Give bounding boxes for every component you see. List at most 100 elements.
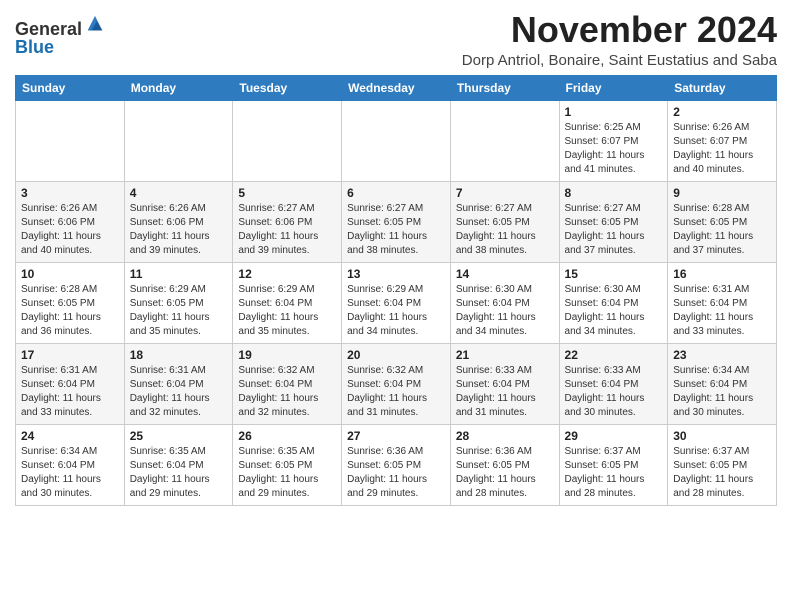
logo-blue-area: Blue [15, 38, 54, 56]
day-number: 26 [238, 429, 336, 443]
day-info: Sunrise: 6:33 AM Sunset: 6:04 PM Dayligh… [456, 364, 554, 420]
day-info: Sunrise: 6:26 AM Sunset: 6:07 PM Dayligh… [673, 121, 771, 177]
location-subtitle: Dorp Antriol, Bonaire, Saint Eustatius a… [462, 52, 777, 69]
calendar-week-1: 1 Sunrise: 6:25 AM Sunset: 6:07 PM Daylig… [16, 100, 777, 181]
calendar-week-3: 10 Sunrise: 6:28 AM Sunset: 6:05 PM Dayli… [16, 262, 777, 343]
calendar-cell: 24 Sunrise: 6:34 AM Sunset: 6:04 PM Dayli… [16, 424, 125, 505]
day-number: 23 [673, 348, 771, 362]
day-info: Sunrise: 6:34 AM Sunset: 6:04 PM Dayligh… [673, 364, 771, 420]
day-number: 18 [130, 348, 228, 362]
page: General Blue November 2024 Dorp Antriol,… [0, 0, 792, 516]
calendar-cell: 5Sunrise: 6:27 AM Sunset: 6:06 PM Daylig… [233, 181, 342, 262]
day-number: 30 [673, 429, 771, 443]
calendar-cell: 25Sunrise: 6:35 AM Sunset: 6:04 PM Dayli… [124, 424, 233, 505]
day-number: 6 [347, 186, 445, 200]
calendar-cell: 26 Sunrise: 6:35 AM Sunset: 6:05 PM Dayli… [233, 424, 342, 505]
day-info: Sunrise: 6:33 AM Sunset: 6:04 PM Dayligh… [565, 364, 663, 420]
day-info: Sunrise: 6:26 AM Sunset: 6:06 PM Dayligh… [21, 202, 119, 258]
calendar-cell: 16Sunrise: 6:31 AM Sunset: 6:04 PM Dayli… [668, 262, 777, 343]
calendar-cell: 14 Sunrise: 6:30 AM Sunset: 6:04 PM Dayli… [450, 262, 559, 343]
calendar-cell: 4 Sunrise: 6:26 AM Sunset: 6:06 PM Daylig… [124, 181, 233, 262]
day-number: 21 [456, 348, 554, 362]
day-number: 9 [673, 186, 771, 200]
day-number: 7 [456, 186, 554, 200]
calendar-cell: 29 Sunrise: 6:37 AM Sunset: 6:05 PM Dayli… [559, 424, 668, 505]
day-info: Sunrise: 6:37 AM Sunset: 6:05 PM Dayligh… [673, 445, 771, 501]
day-info: Sunrise: 6:31 AM Sunset: 6:04 PM Dayligh… [673, 283, 771, 339]
col-header-tuesday: Tuesday [233, 75, 342, 100]
calendar-cell [342, 100, 451, 181]
day-info: Sunrise: 6:29 AM Sunset: 6:05 PM Dayligh… [130, 283, 228, 339]
day-info: Sunrise: 6:35 AM Sunset: 6:05 PM Dayligh… [238, 445, 336, 501]
logo-general-text: General [15, 20, 82, 38]
calendar-cell: 18 Sunrise: 6:31 AM Sunset: 6:04 PM Dayli… [124, 343, 233, 424]
calendar-cell [233, 100, 342, 181]
day-info: Sunrise: 6:28 AM Sunset: 6:05 PM Dayligh… [21, 283, 119, 339]
calendar-cell: 8 Sunrise: 6:27 AM Sunset: 6:05 PM Daylig… [559, 181, 668, 262]
calendar-cell: 9 Sunrise: 6:28 AM Sunset: 6:05 PM Daylig… [668, 181, 777, 262]
day-number: 14 [456, 267, 554, 281]
col-header-monday: Monday [124, 75, 233, 100]
day-number: 4 [130, 186, 228, 200]
calendar-cell: 6 Sunrise: 6:27 AM Sunset: 6:05 PM Daylig… [342, 181, 451, 262]
day-info: Sunrise: 6:25 AM Sunset: 6:07 PM Dayligh… [565, 121, 663, 177]
day-info: Sunrise: 6:29 AM Sunset: 6:04 PM Dayligh… [347, 283, 445, 339]
day-info: Sunrise: 6:27 AM Sunset: 6:05 PM Dayligh… [565, 202, 663, 258]
day-number: 1 [565, 105, 663, 119]
calendar-cell: 28 Sunrise: 6:36 AM Sunset: 6:05 PM Dayli… [450, 424, 559, 505]
header: General Blue November 2024 Dorp Antriol,… [15, 10, 777, 69]
day-number: 5 [238, 186, 336, 200]
day-info: Sunrise: 6:36 AM Sunset: 6:05 PM Dayligh… [456, 445, 554, 501]
calendar-cell: 20Sunrise: 6:32 AM Sunset: 6:04 PM Dayli… [342, 343, 451, 424]
day-number: 24 [21, 429, 119, 443]
col-header-thursday: Thursday [450, 75, 559, 100]
day-info: Sunrise: 6:36 AM Sunset: 6:05 PM Dayligh… [347, 445, 445, 501]
calendar-cell [450, 100, 559, 181]
calendar-week-5: 24 Sunrise: 6:34 AM Sunset: 6:04 PM Dayli… [16, 424, 777, 505]
day-info: Sunrise: 6:29 AM Sunset: 6:04 PM Dayligh… [238, 283, 336, 339]
day-info: Sunrise: 6:30 AM Sunset: 6:04 PM Dayligh… [456, 283, 554, 339]
day-info: Sunrise: 6:26 AM Sunset: 6:06 PM Dayligh… [130, 202, 228, 258]
day-number: 8 [565, 186, 663, 200]
calendar-week-2: 3Sunrise: 6:26 AM Sunset: 6:06 PM Daylig… [16, 181, 777, 262]
day-number: 17 [21, 348, 119, 362]
day-number: 12 [238, 267, 336, 281]
day-number: 29 [565, 429, 663, 443]
calendar-cell: 21 Sunrise: 6:33 AM Sunset: 6:04 PM Dayli… [450, 343, 559, 424]
calendar-cell [16, 100, 125, 181]
calendar-cell: 15 Sunrise: 6:30 AM Sunset: 6:04 PM Dayli… [559, 262, 668, 343]
day-number: 10 [21, 267, 119, 281]
calendar-cell: 17 Sunrise: 6:31 AM Sunset: 6:04 PM Dayli… [16, 343, 125, 424]
day-info: Sunrise: 6:27 AM Sunset: 6:05 PM Dayligh… [347, 202, 445, 258]
month-title: November 2024 [462, 10, 777, 50]
day-number: 15 [565, 267, 663, 281]
day-info: Sunrise: 6:31 AM Sunset: 6:04 PM Dayligh… [130, 364, 228, 420]
day-number: 27 [347, 429, 445, 443]
calendar-cell: 22 Sunrise: 6:33 AM Sunset: 6:04 PM Dayli… [559, 343, 668, 424]
calendar-cell: 3Sunrise: 6:26 AM Sunset: 6:06 PM Daylig… [16, 181, 125, 262]
calendar-cell [124, 100, 233, 181]
day-info: Sunrise: 6:28 AM Sunset: 6:05 PM Dayligh… [673, 202, 771, 258]
logo-icon [84, 14, 106, 36]
calendar-cell: 27 Sunrise: 6:36 AM Sunset: 6:05 PM Dayli… [342, 424, 451, 505]
calendar-cell: 13 Sunrise: 6:29 AM Sunset: 6:04 PM Dayli… [342, 262, 451, 343]
day-number: 13 [347, 267, 445, 281]
calendar-cell: 11 Sunrise: 6:29 AM Sunset: 6:05 PM Dayli… [124, 262, 233, 343]
day-info: Sunrise: 6:32 AM Sunset: 6:04 PM Dayligh… [238, 364, 336, 420]
day-info: Sunrise: 6:31 AM Sunset: 6:04 PM Dayligh… [21, 364, 119, 420]
day-number: 11 [130, 267, 228, 281]
logo-blue-text: Blue [15, 38, 54, 56]
day-info: Sunrise: 6:30 AM Sunset: 6:04 PM Dayligh… [565, 283, 663, 339]
calendar-cell: 23 Sunrise: 6:34 AM Sunset: 6:04 PM Dayli… [668, 343, 777, 424]
title-area: November 2024 Dorp Antriol, Bonaire, Sai… [462, 10, 777, 69]
calendar-cell: 30 Sunrise: 6:37 AM Sunset: 6:05 PM Dayli… [668, 424, 777, 505]
calendar-cell: 7Sunrise: 6:27 AM Sunset: 6:05 PM Daylig… [450, 181, 559, 262]
day-number: 22 [565, 348, 663, 362]
col-header-friday: Friday [559, 75, 668, 100]
day-number: 28 [456, 429, 554, 443]
calendar-cell: 12 Sunrise: 6:29 AM Sunset: 6:04 PM Dayli… [233, 262, 342, 343]
day-info: Sunrise: 6:37 AM Sunset: 6:05 PM Dayligh… [565, 445, 663, 501]
day-number: 25 [130, 429, 228, 443]
day-info: Sunrise: 6:34 AM Sunset: 6:04 PM Dayligh… [21, 445, 119, 501]
day-number: 20 [347, 348, 445, 362]
